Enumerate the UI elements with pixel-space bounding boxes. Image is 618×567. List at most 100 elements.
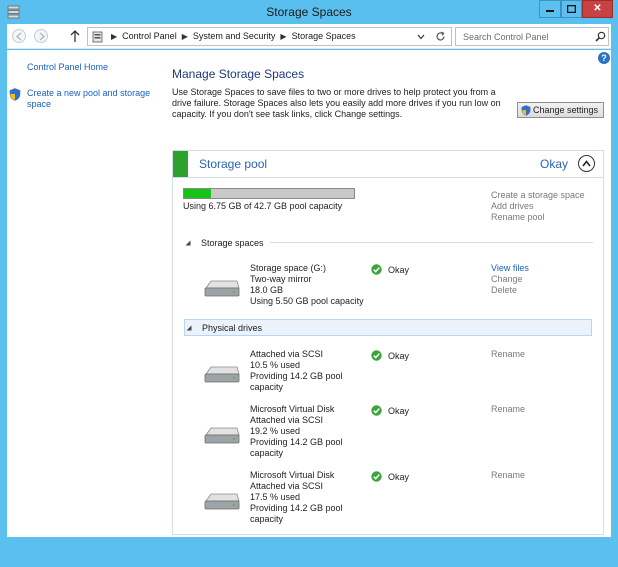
drive-line: capacity [250, 382, 284, 392]
search-icon[interactable] [595, 31, 606, 42]
physical-drive-status: Okay [371, 471, 409, 482]
drive-line: Providing 14.2 GB pool [250, 371, 343, 381]
create-pool-task[interactable]: Create a new pool and storage space [9, 88, 159, 110]
physical-drive-info: Attached via SCSI 10.5 % used Providing … [250, 349, 365, 393]
create-storage-space-link[interactable]: Create a storage space [491, 190, 585, 201]
collapse-pool-button[interactable] [578, 155, 595, 172]
drive-line: 17.5 % used [250, 492, 301, 502]
minimize-icon [546, 10, 554, 12]
breadcrumb: ▶ Control Panel ▶ System and Security ▶ … [106, 31, 356, 41]
rename-drive-link[interactable]: Rename [491, 404, 525, 415]
minimize-button[interactable] [539, 0, 561, 18]
breadcrumb-system-and-security[interactable]: System and Security [193, 31, 276, 41]
drive-line: Attached via SCSI [250, 481, 324, 491]
page-title: Manage Storage Spaces [172, 67, 305, 81]
expand-triangle-icon [186, 325, 192, 330]
physical-drive-status: Okay [371, 350, 409, 361]
delete-link[interactable]: Delete [491, 285, 529, 296]
storage-space-status: Okay [371, 264, 409, 275]
breadcrumb-separator-icon[interactable]: ▶ [182, 32, 188, 41]
shield-icon [521, 104, 531, 116]
pool-capacity-fill [184, 189, 211, 198]
storage-spaces-label: Storage spaces [201, 237, 264, 248]
physical-drive-status: Okay [371, 405, 409, 416]
physical-drives-section-header[interactable]: Physical drives [184, 319, 592, 336]
close-icon: ✕ [593, 3, 602, 14]
disk-drive-icon [204, 280, 240, 297]
rename-drive-link[interactable]: Rename [491, 470, 525, 481]
rename-pool-link[interactable]: Rename pool [491, 212, 585, 223]
forward-arrow-icon [39, 32, 46, 41]
control-panel-icon [92, 31, 103, 43]
collapse-chevron-icon [582, 160, 591, 167]
storage-spaces-window: Storage Spaces ✕ ▶ Control Panel ▶ Syste… [0, 0, 618, 567]
drive-line: Providing 14.2 GB pool [250, 503, 343, 513]
drive-line: Microsoft Virtual Disk [250, 404, 335, 414]
help-icon[interactable]: ? [598, 52, 610, 64]
expand-triangle-icon [185, 240, 191, 245]
drive-line: capacity [250, 448, 284, 458]
maximize-button[interactable] [561, 0, 582, 18]
physical-drive-status-text: Okay [388, 350, 410, 361]
back-arrow-icon [15, 32, 22, 41]
chevron-down-icon[interactable] [417, 33, 425, 41]
shield-icon [9, 88, 21, 101]
maximize-icon [567, 5, 576, 13]
address-bar[interactable]: ▶ Control Panel ▶ System and Security ▶ … [87, 27, 452, 46]
storage-space-name: Storage space (G:) [250, 263, 327, 273]
storage-space-resiliency: Two-way mirror [250, 274, 312, 284]
disk-drive-icon [204, 427, 240, 444]
pool-title: Storage pool [199, 157, 268, 171]
back-button[interactable] [12, 29, 26, 43]
change-settings-label: Change settings [533, 105, 599, 115]
storage-space-info: Storage space (G:) Two-way mirror 18.0 G… [250, 263, 365, 307]
breadcrumb-storage-spaces[interactable]: Storage Spaces [292, 31, 356, 41]
rename-drive-link[interactable]: Rename [491, 349, 525, 360]
storage-space-usage: Using 5.50 GB pool capacity [250, 296, 364, 306]
search-placeholder: Search Control Panel [463, 32, 549, 42]
ok-check-icon [371, 405, 382, 416]
breadcrumb-separator-icon[interactable]: ▶ [280, 32, 286, 41]
title-bar[interactable]: Storage Spaces ✕ [0, 0, 618, 24]
view-files-link[interactable]: View files [491, 263, 529, 274]
refresh-icon[interactable] [435, 31, 446, 42]
navigation-bar: ▶ Control Panel ▶ System and Security ▶ … [7, 24, 611, 49]
add-drives-link[interactable]: Add drives [491, 201, 585, 212]
control-panel-home-link[interactable]: Control Panel Home [27, 62, 108, 72]
drive-line: 19.2 % used [250, 426, 301, 436]
up-arrow-icon[interactable] [69, 28, 81, 44]
physical-drive-status-text: Okay [388, 471, 410, 482]
breadcrumb-separator-icon: ▶ [111, 31, 118, 41]
disk-drive-icon [204, 366, 240, 383]
storage-space-status-text: Okay [388, 264, 410, 275]
pool-capacity-text: Using 6.75 GB of 42.7 GB pool capacity [183, 201, 343, 211]
window-title: Storage Spaces [266, 5, 352, 19]
create-pool-link[interactable]: Create a new pool and storage space [27, 88, 159, 110]
change-settings-button[interactable]: Change settings [517, 102, 604, 118]
close-button[interactable]: ✕ [582, 0, 613, 18]
section-divider [269, 242, 593, 243]
content-area: ? Control Panel Home Create a new pool a… [7, 50, 611, 537]
pool-actions: Create a storage space Add drives Rename… [491, 190, 585, 223]
storage-space-size: 18.0 GB [250, 285, 284, 295]
physical-drive-status-text: Okay [388, 405, 410, 416]
breadcrumb-control-panel[interactable]: Control Panel [122, 31, 177, 41]
ok-check-icon [371, 350, 382, 361]
disk-drive-icon [204, 493, 240, 510]
drive-line: 10.5 % used [250, 360, 301, 370]
search-box[interactable]: Search Control Panel [455, 27, 609, 46]
drive-line: Providing 14.2 GB pool [250, 437, 343, 447]
pool-status: Okay [540, 157, 569, 171]
drive-line: Attached via SCSI [250, 415, 324, 425]
storage-spaces-section-header[interactable]: Storage spaces [185, 235, 593, 250]
physical-drive-info: Microsoft Virtual Disk Attached via SCSI… [250, 404, 365, 459]
physical-drive-info: Microsoft Virtual Disk Attached via SCSI… [250, 470, 365, 525]
change-link[interactable]: Change [491, 274, 529, 285]
drive-line: Attached via SCSI [250, 349, 324, 359]
storage-pool-panel: Storage pool Okay Using 6.75 GB of 42.7 … [172, 150, 604, 535]
drive-line: Microsoft Virtual Disk [250, 470, 335, 480]
forward-button[interactable] [34, 29, 48, 43]
drive-line: capacity [250, 514, 284, 524]
storage-pool-header[interactable]: Storage pool Okay [173, 151, 603, 178]
page-description: Use Storage Spaces to save files to two … [172, 87, 501, 119]
